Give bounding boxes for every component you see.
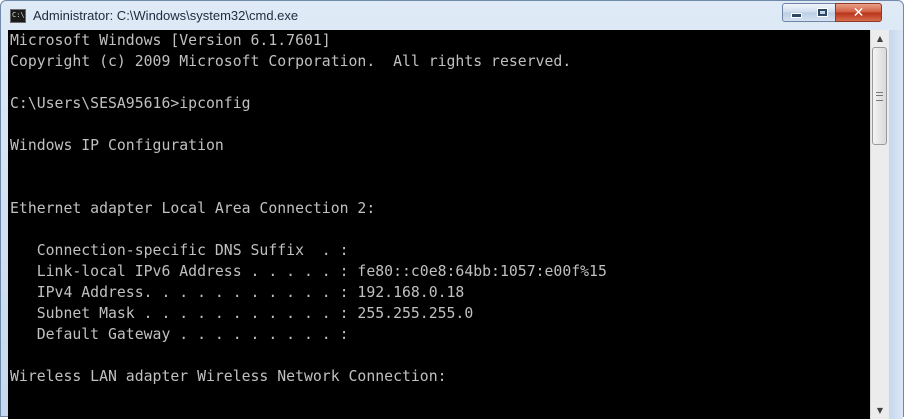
command-prompt-icon-label: C:\: [12, 11, 25, 19]
console-line: Microsoft Windows [Version 6.1.7601]: [10, 32, 331, 49]
scrollbar-grip-icon: [876, 92, 883, 101]
close-button[interactable]: ✕: [835, 3, 882, 22]
scroll-up-button[interactable]: ▲: [871, 30, 889, 47]
console-line: C:\Users\SESA95616>ipconfig: [10, 95, 251, 112]
console-line: Subnet Mask . . . . . . . . . . . : 255.…: [10, 305, 474, 322]
console-line: Windows IP Configuration: [10, 137, 224, 154]
console-line: Copyright (c) 2009 Microsoft Corporation…: [10, 53, 572, 70]
vertical-scrollbar[interactable]: ▲ ▼: [870, 30, 889, 419]
scroll-down-icon: ▼: [876, 406, 884, 415]
console-line: Connection-specific DNS Suffix . :: [10, 242, 349, 259]
minimize-icon: [790, 13, 802, 18]
scrollbar-thumb[interactable]: [872, 47, 887, 145]
console-line: IPv4 Address. . . . . . . . . . . : 192.…: [10, 284, 465, 301]
console-output[interactable]: Microsoft Windows [Version 6.1.7601] Cop…: [8, 30, 870, 419]
scroll-up-icon: ▲: [876, 34, 884, 43]
maximize-button[interactable]: [809, 3, 836, 22]
title-bar[interactable]: C:\ Administrator: C:\Windows\system32\c…: [1, 1, 903, 31]
console-line: Link-local IPv6 Address . . . . . : fe80…: [10, 263, 607, 280]
window-frame-right: [889, 30, 903, 419]
console-line: Default Gateway . . . . . . . . . :: [10, 326, 349, 343]
close-icon: ✕: [852, 4, 865, 21]
command-prompt-icon[interactable]: C:\: [10, 9, 26, 23]
console-line: Ethernet adapter Local Area Connection 2…: [10, 200, 376, 217]
minimize-button[interactable]: [782, 3, 810, 22]
window-title: Administrator: C:\Windows\system32\cmd.e…: [33, 8, 299, 23]
scroll-down-button[interactable]: ▼: [871, 402, 889, 419]
console-line: Wireless LAN adapter Wireless Network Co…: [10, 368, 447, 385]
maximize-icon: [816, 8, 828, 17]
